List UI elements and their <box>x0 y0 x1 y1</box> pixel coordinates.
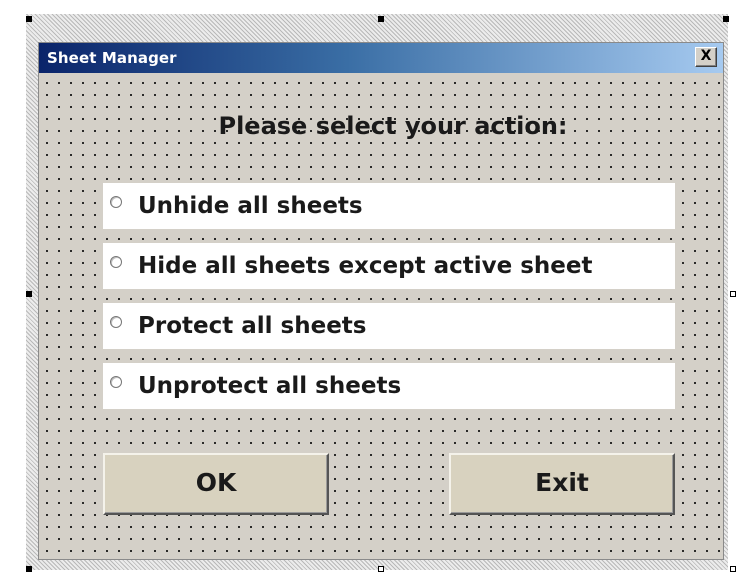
resize-handle-top-left[interactable] <box>26 16 32 22</box>
close-button[interactable]: X <box>695 47 717 67</box>
resize-handle-middle-right[interactable] <box>730 291 736 297</box>
option-label: Protect all sheets <box>138 313 367 339</box>
resize-handle-bottom-center[interactable] <box>378 566 384 572</box>
resize-handle-bottom-right[interactable] <box>730 566 736 572</box>
radio-button-icon[interactable] <box>110 376 122 388</box>
resize-handle-bottom-left[interactable] <box>26 566 32 572</box>
window-title: Sheet Manager <box>47 49 177 67</box>
design-canvas: Sheet Manager X Please select your actio… <box>0 0 742 584</box>
radio-button-icon[interactable] <box>110 196 122 208</box>
option-protect-all-sheets[interactable]: Protect all sheets <box>103 303 675 349</box>
option-unhide-all-sheets[interactable]: Unhide all sheets <box>103 183 675 229</box>
radio-button-icon[interactable] <box>110 316 122 328</box>
option-hide-all-sheets-except-active[interactable]: Hide all sheets except active sheet <box>103 243 675 289</box>
userform-window: Sheet Manager X Please select your actio… <box>38 42 724 560</box>
prompt-label: Please select your action: <box>218 112 568 140</box>
resize-handle-top-right[interactable] <box>723 16 729 22</box>
ok-button[interactable]: OK <box>103 453 329 515</box>
radio-button-icon[interactable] <box>110 256 122 268</box>
form-client-area: Please select your action: Unhide all sh… <box>39 73 723 559</box>
exit-button[interactable]: Exit <box>449 453 675 515</box>
option-label: Unprotect all sheets <box>138 373 402 399</box>
option-label: Unhide all sheets <box>138 193 363 219</box>
close-icon: X <box>700 48 712 64</box>
option-unprotect-all-sheets[interactable]: Unprotect all sheets <box>103 363 675 409</box>
resize-handle-top-center[interactable] <box>378 16 384 22</box>
option-label: Hide all sheets except active sheet <box>138 253 593 279</box>
resize-handle-middle-left[interactable] <box>26 291 32 297</box>
title-bar[interactable]: Sheet Manager X <box>39 43 723 73</box>
